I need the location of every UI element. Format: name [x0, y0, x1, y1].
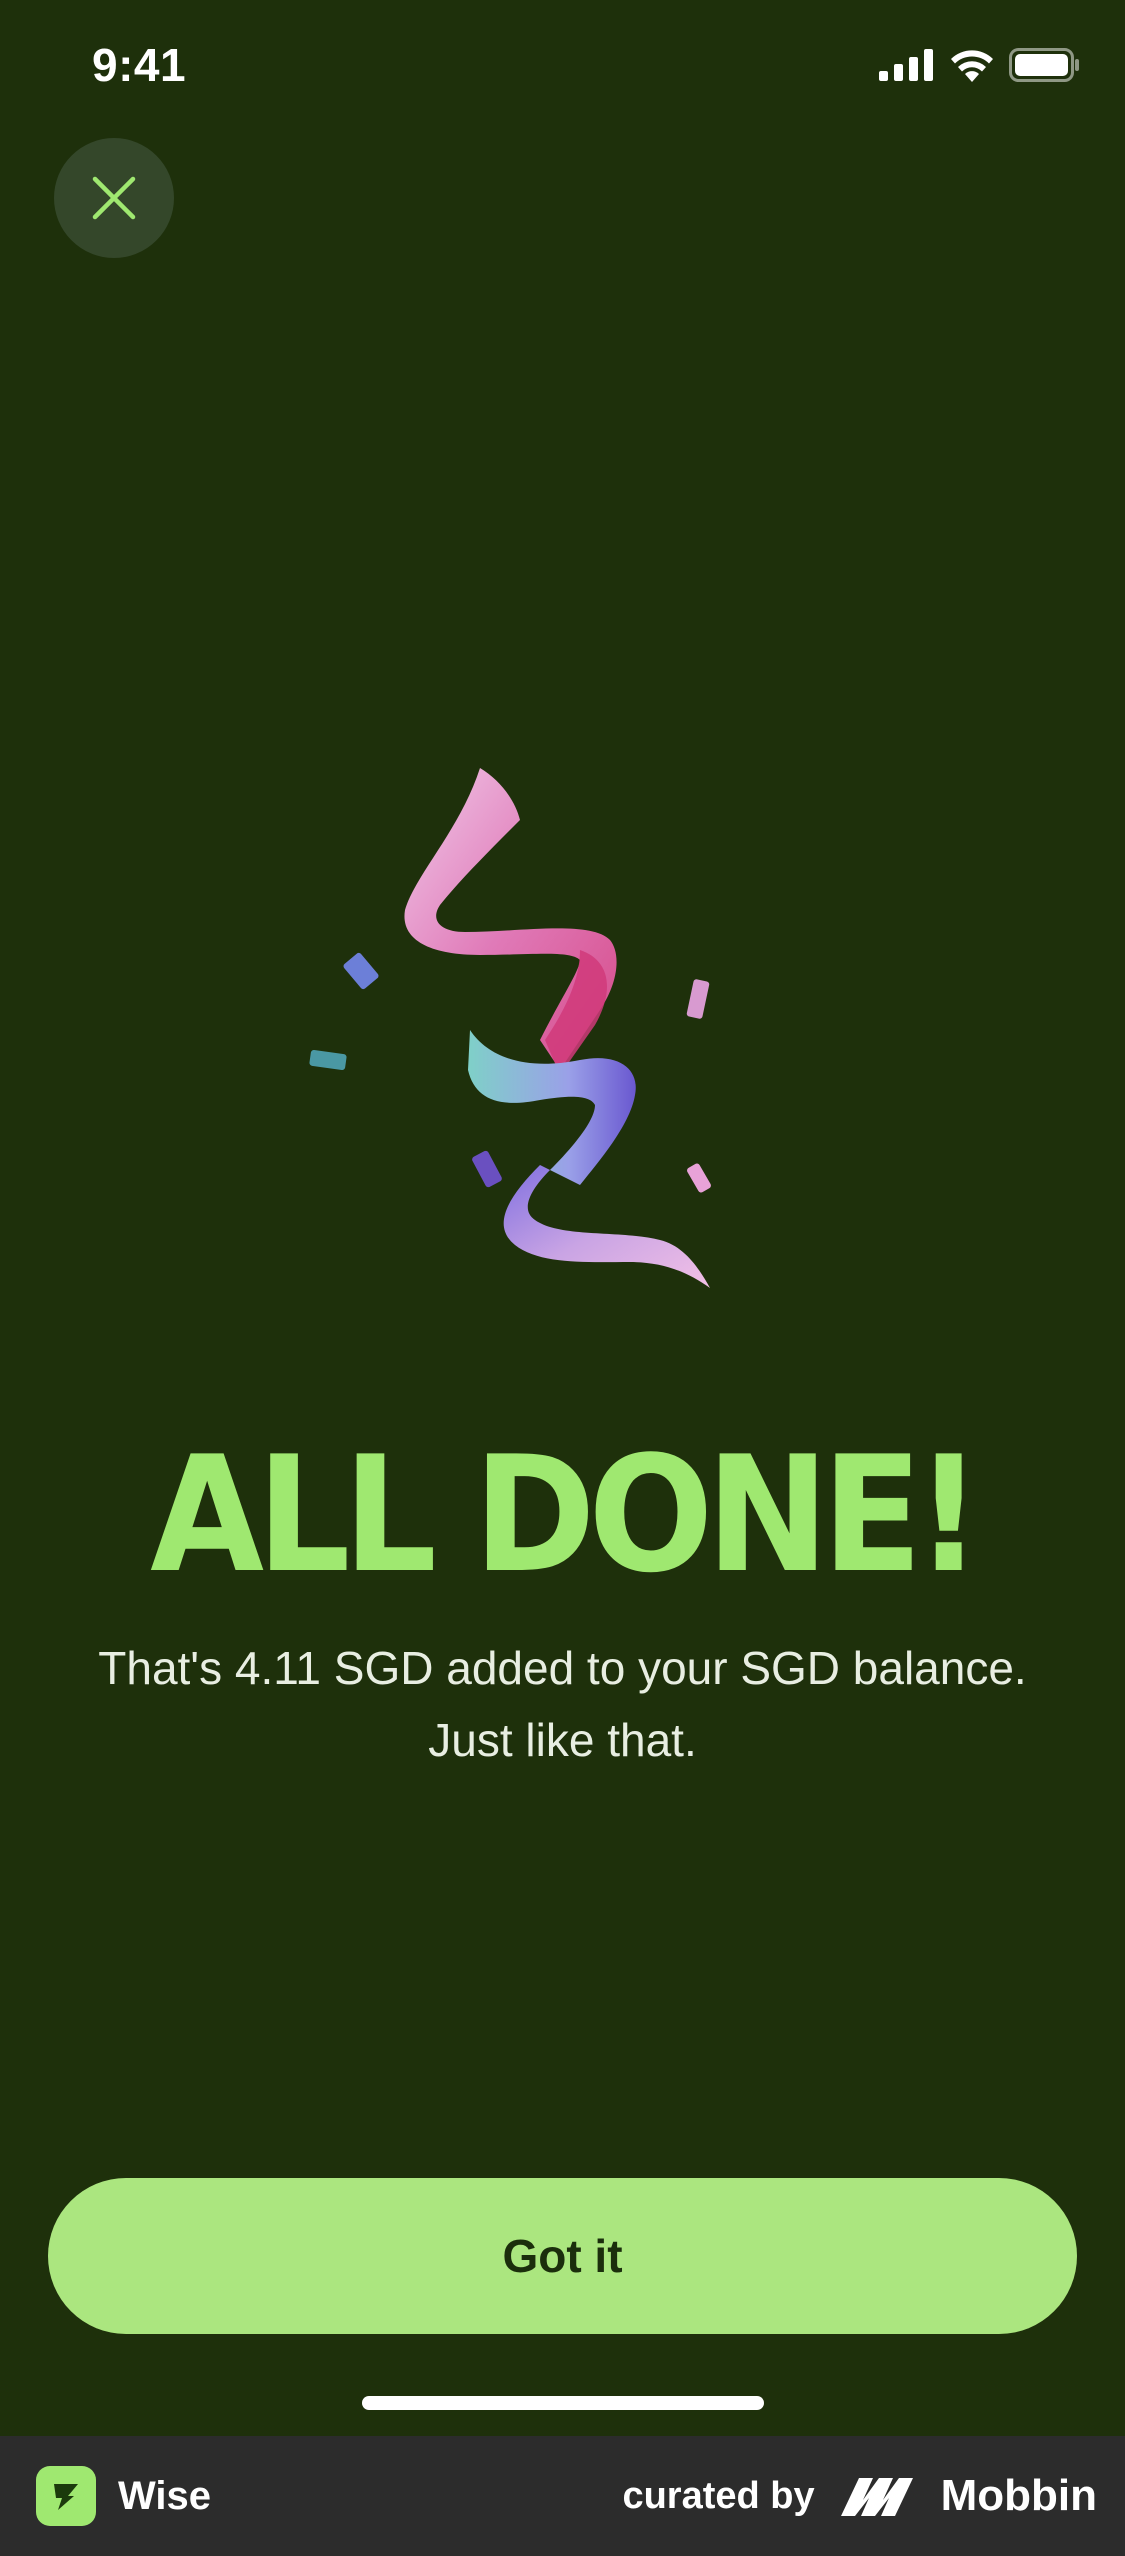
footer-credit: curated by Mobbin	[622, 2466, 1097, 2526]
home-indicator[interactable]	[362, 2396, 764, 2410]
page-title: ALL DONE!	[150, 1421, 982, 1608]
status-bar: 9:41	[0, 0, 1125, 140]
footer-bar: Wise curated by Mobbin	[0, 2436, 1125, 2556]
battery-icon	[1009, 48, 1079, 82]
brand: Mobbin	[839, 2471, 1097, 2521]
credit-text: curated by	[622, 2474, 815, 2517]
app-name: Wise	[118, 2473, 212, 2518]
message-line-1: That's 4.11 SGD added to your SGD balanc…	[98, 1642, 1027, 1694]
mobbin-logo-icon	[840, 2478, 913, 2516]
cellular-signal-icon	[879, 49, 933, 81]
wise-logo-icon	[36, 2466, 96, 2526]
status-time: 9:41	[92, 39, 187, 91]
confetti-ribbon-icon	[309, 768, 711, 1288]
wifi-icon	[951, 50, 993, 82]
message-line-2: Just like that.	[428, 1714, 697, 1766]
success-message: That's 4.11 SGD added to your SGD balanc…	[40, 1632, 1085, 1776]
brand-name: Mobbin	[940, 2471, 1097, 2520]
success-screen: 9:41 ALL DONE! That's 4.11 SGD added to …	[0, 0, 1125, 2556]
status-icons	[879, 48, 1081, 82]
close-button[interactable]	[54, 138, 174, 258]
close-icon	[92, 176, 136, 220]
footer-app: Wise	[36, 2466, 211, 2526]
got-it-button[interactable]: Got it	[48, 2178, 1077, 2334]
